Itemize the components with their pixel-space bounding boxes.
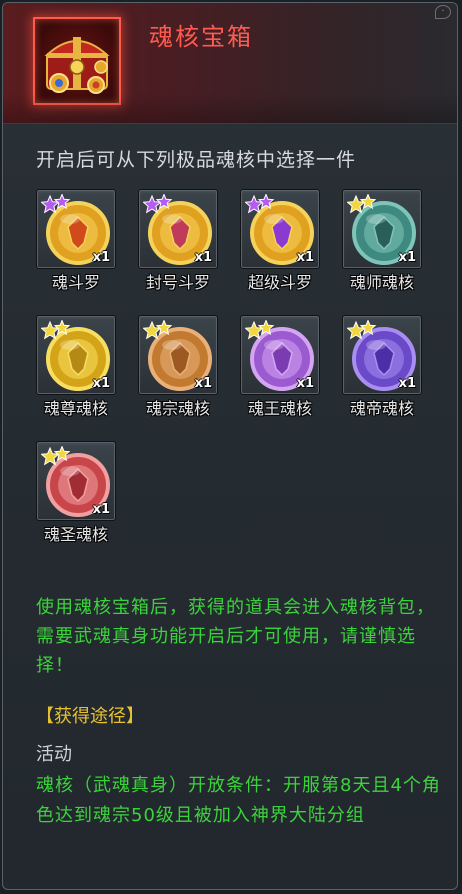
star-icon <box>155 320 173 336</box>
item-quantity: x1 <box>296 250 314 265</box>
item-quantity: x1 <box>398 250 416 265</box>
item-name: 魂圣魂核 <box>43 525 108 544</box>
star-icon <box>41 320 60 340</box>
item-quantity: x1 <box>398 376 416 391</box>
item-slot[interactable]: x1 <box>342 315 422 395</box>
star-icon <box>41 446 60 466</box>
item-name: 超级斗罗 <box>247 273 312 292</box>
item-name: 封号斗罗 <box>145 273 210 292</box>
star-icon <box>245 320 264 340</box>
item-quantity: x1 <box>296 376 314 391</box>
star-icon <box>143 320 162 340</box>
reward-item[interactable]: x1 魂圣魂核 <box>36 441 118 544</box>
star-icon <box>53 194 71 210</box>
treasure-chest-icon <box>44 37 110 94</box>
item-quantity: x1 <box>92 502 110 517</box>
star-icon <box>347 194 366 214</box>
item-slot[interactable]: x1 <box>36 189 116 269</box>
star-icon <box>143 194 162 214</box>
item-slot[interactable]: x1 <box>240 315 320 395</box>
chest-icon-frame <box>33 17 121 105</box>
reward-item[interactable]: x1 魂宗魂核 <box>138 315 220 418</box>
star-rating-icon <box>245 194 275 214</box>
star-icon <box>53 446 71 462</box>
item-name: 魂师魂核 <box>349 273 414 292</box>
star-rating-icon <box>347 320 377 340</box>
corner-tab-icon: · <box>435 5 451 19</box>
usage-description: 使用魂核宝箱后，获得的道具会进入魂核背包，需要武魂真身功能开启后才可使用，请谨慎… <box>36 597 435 676</box>
star-rating-icon <box>41 194 71 214</box>
reward-item[interactable]: x1 魂尊魂核 <box>36 315 118 418</box>
item-quantity: x1 <box>194 376 212 391</box>
star-rating-icon <box>41 446 71 466</box>
acquire-heading: 【获得途径】 <box>36 706 144 727</box>
item-slot[interactable]: x1 <box>138 315 218 395</box>
star-icon <box>41 194 60 214</box>
star-icon <box>257 320 275 336</box>
item-quantity: x1 <box>194 250 212 265</box>
star-icon <box>359 320 377 336</box>
page-title: 魂核宝箱 <box>149 23 253 51</box>
item-slot[interactable]: x1 <box>240 189 320 269</box>
star-rating-icon <box>245 320 275 340</box>
reward-item[interactable]: x1 封号斗罗 <box>138 189 220 292</box>
panel-header: 魂核宝箱 · <box>3 3 457 124</box>
chest-info-panel: 魂核宝箱 · 开启后可从下列极品魂核中选择一件 x1 魂斗罗 x1 封号斗罗 x1 超级斗… <box>2 2 458 890</box>
star-icon <box>359 194 377 210</box>
activity-label: 活动 <box>36 744 72 765</box>
reward-item[interactable]: x1 魂王魂核 <box>240 315 322 418</box>
star-icon <box>155 194 173 210</box>
reward-item[interactable]: x1 魂斗罗 <box>36 189 118 292</box>
star-icon <box>245 194 264 214</box>
choose-instruction: 开启后可从下列极品魂核中选择一件 <box>36 149 357 171</box>
item-name: 魂宗魂核 <box>145 399 210 418</box>
star-icon <box>257 194 275 210</box>
item-quantity: x1 <box>92 376 110 391</box>
reward-item[interactable]: x1 魂师魂核 <box>342 189 424 292</box>
item-quantity: x1 <box>92 250 110 265</box>
open-condition: 魂核（武魂真身）开放条件：开服第8天且4个角色达到魂宗50级且被加入神界大陆分组 <box>36 775 441 826</box>
item-slot[interactable]: x1 <box>138 189 218 269</box>
item-slot[interactable]: x1 <box>342 189 422 269</box>
star-icon <box>53 320 71 336</box>
star-rating-icon <box>143 320 173 340</box>
item-name: 魂王魂核 <box>247 399 312 418</box>
item-name: 魂斗罗 <box>51 273 100 292</box>
item-name: 魂尊魂核 <box>43 399 108 418</box>
star-rating-icon <box>41 320 71 340</box>
star-icon <box>347 320 366 340</box>
star-rating-icon <box>143 194 173 214</box>
item-slot[interactable]: x1 <box>36 315 116 395</box>
reward-item[interactable]: x1 超级斗罗 <box>240 189 322 292</box>
item-name: 魂帝魂核 <box>349 399 414 418</box>
reward-item[interactable]: x1 魂帝魂核 <box>342 315 424 418</box>
star-rating-icon <box>347 194 377 214</box>
item-slot[interactable]: x1 <box>36 441 116 521</box>
